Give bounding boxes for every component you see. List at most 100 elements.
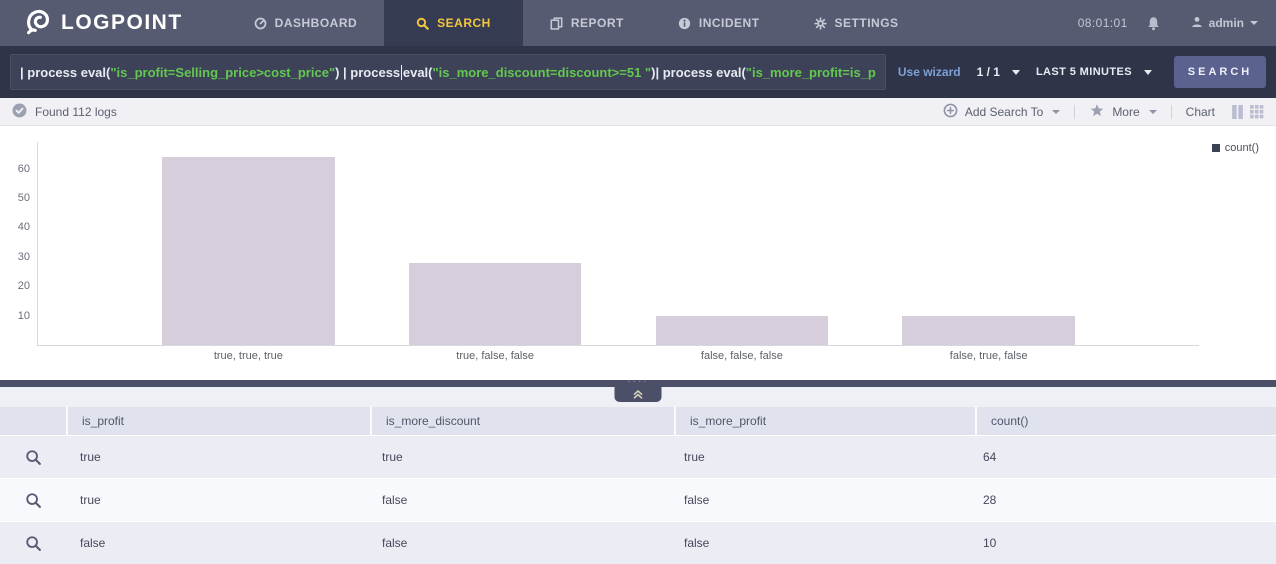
table-header-is_more_profit[interactable]: is_more_profit [676,407,975,435]
logpoint-logo[interactable]: LOGPOINT [24,7,183,40]
cell-is_more_discount: true [368,450,670,464]
chevron-down-icon [1149,110,1157,114]
table-header-icon-column [0,407,66,435]
y-axis-tick: 10 [18,310,30,322]
cell-is_more_discount: false [368,493,670,507]
grid-view-icon[interactable] [1250,105,1264,119]
chevron-down-icon [1052,110,1060,114]
bar-group: false, false, false [619,142,866,345]
brand-name: LOGPOINT [61,11,183,35]
query-segment-plain: eval( [403,65,433,80]
found-logs-text: Found 112 logs [35,105,117,119]
cell-is_more_profit: false [670,493,969,507]
time-range-selector[interactable]: LAST 5 MINUTES [1036,66,1132,78]
chart-bars: true, true, truetrue, false, falsefalse,… [125,142,1112,345]
bar-group: true, true, true [125,142,372,345]
table-header-row: is_profitis_more_discountis_more_profitc… [0,407,1276,435]
nav-item-report[interactable]: REPORT [523,0,651,46]
bar-4[interactable] [902,316,1075,345]
x-axis-category-label: false, true, false [835,350,1142,362]
report-icon [550,17,563,30]
text-cursor [401,65,402,80]
cell-count: 28 [969,493,1276,507]
status-actions: Add Search To More Chart [943,103,1264,121]
search-icon [416,17,429,30]
nav-item-label: INCIDENT [699,16,760,30]
bar-1[interactable] [162,157,335,345]
time-range-chevron-down-icon[interactable] [1144,70,1152,75]
cell-is_more_profit: true [670,450,969,464]
cell-count: 10 [969,536,1276,550]
logpoint-logo-icon [24,7,52,40]
cell-is_profit: true [66,493,368,507]
chart-legend[interactable]: count() [1212,142,1259,154]
panel-divider: ···· [0,380,1276,387]
magnifier-icon[interactable] [25,449,42,466]
query-segment-string: "is_profit=Selling_price>cost_price" [110,65,335,80]
chevron-down-icon [1250,21,1258,25]
found-logs: Found 112 logs [12,103,117,121]
query-segment-string: "is_more_profit=is_p [746,65,876,80]
legend-swatch [1212,144,1220,152]
bar-group: true, false, false [372,142,619,345]
table-row: falsefalsefalse10 [0,522,1276,564]
nav-item-search[interactable]: SEARCH [384,0,523,46]
legend-series-label: count() [1225,142,1259,154]
notifications-bell-icon[interactable] [1146,16,1161,31]
user-menu[interactable]: admin [1191,16,1258,31]
query-segment-string: "is_more_discount=discount>=51 " [433,65,652,80]
table-header-is_profit[interactable]: is_profit [68,407,370,435]
use-wizard-link[interactable]: Use wizard [898,65,961,79]
status-bar: Found 112 logs Add Search To More Chart [0,98,1276,126]
nav-item-label: REPORT [571,16,624,30]
chart-label: Chart [1186,105,1215,119]
divider [1171,105,1172,119]
cell-is_more_profit: false [670,536,969,550]
table-row: truetruetrue64 [0,436,1276,478]
user-icon [1191,16,1203,31]
user-name: admin [1209,16,1244,30]
magnifier-icon[interactable] [25,535,42,552]
y-axis-tick: 30 [18,251,30,263]
y-axis-tick: 60 [18,163,30,175]
chart-plot-area: true, true, truetrue, false, falsefalse,… [37,142,1199,346]
info-icon [678,17,691,30]
nav-item-settings[interactable]: SETTINGS [787,0,926,46]
bar-group: false, true, false [865,142,1112,345]
more-button[interactable]: More [1089,103,1156,121]
search-button[interactable]: SEARCH [1174,56,1266,88]
query-segment-plain: | process eval( [20,65,110,80]
gauge-icon [254,17,267,30]
table-header-count[interactable]: count() [977,407,1276,435]
check-circle-icon [12,103,27,121]
nav-item-label: SETTINGS [835,16,899,30]
drag-dots: ···· [627,378,648,385]
add-search-to-button[interactable]: Add Search To [943,103,1061,121]
main-nav: DASHBOARDSEARCH REPORT INCIDENT SETTINGS [227,0,926,46]
query-segment-plain: ) | process [335,65,400,80]
table-row: truefalsefalse28 [0,479,1276,521]
search-query-input[interactable]: | process eval("is_profit=Selling_price>… [10,54,886,90]
collapse-table-button[interactable] [615,387,662,402]
cell-is_profit: true [66,450,368,464]
top-nav: LOGPOINT DASHBOARDSEARCH REPORT INCIDENT SE… [0,0,1276,46]
table-header-is_more_discount[interactable]: is_more_discount [372,407,674,435]
magnifier-icon[interactable] [25,492,42,509]
more-label: More [1112,105,1139,119]
results-table: is_profitis_more_discountis_more_profitc… [0,407,1276,564]
nav-item-dashboard[interactable]: DASHBOARD [227,0,385,46]
query-pagination: 1 / 1 [977,65,1000,79]
pagination-chevron-down-icon[interactable] [1012,70,1020,75]
clock: 08:01:01 [1078,16,1128,30]
bar-3[interactable] [656,316,829,345]
cell-count: 64 [969,450,1276,464]
nav-right: 08:01:01 admin [1078,16,1258,31]
y-axis-tick: 40 [18,221,30,233]
column-chart-view-icon[interactable] [1231,105,1244,119]
table-body: truetruetrue64truefalsefalse28falsefalse… [0,436,1276,564]
star-icon [1089,103,1105,121]
y-axis-tick: 20 [18,280,30,292]
bar-2[interactable] [409,263,582,345]
divider [1074,105,1075,119]
nav-item-incident[interactable]: INCIDENT [651,0,787,46]
